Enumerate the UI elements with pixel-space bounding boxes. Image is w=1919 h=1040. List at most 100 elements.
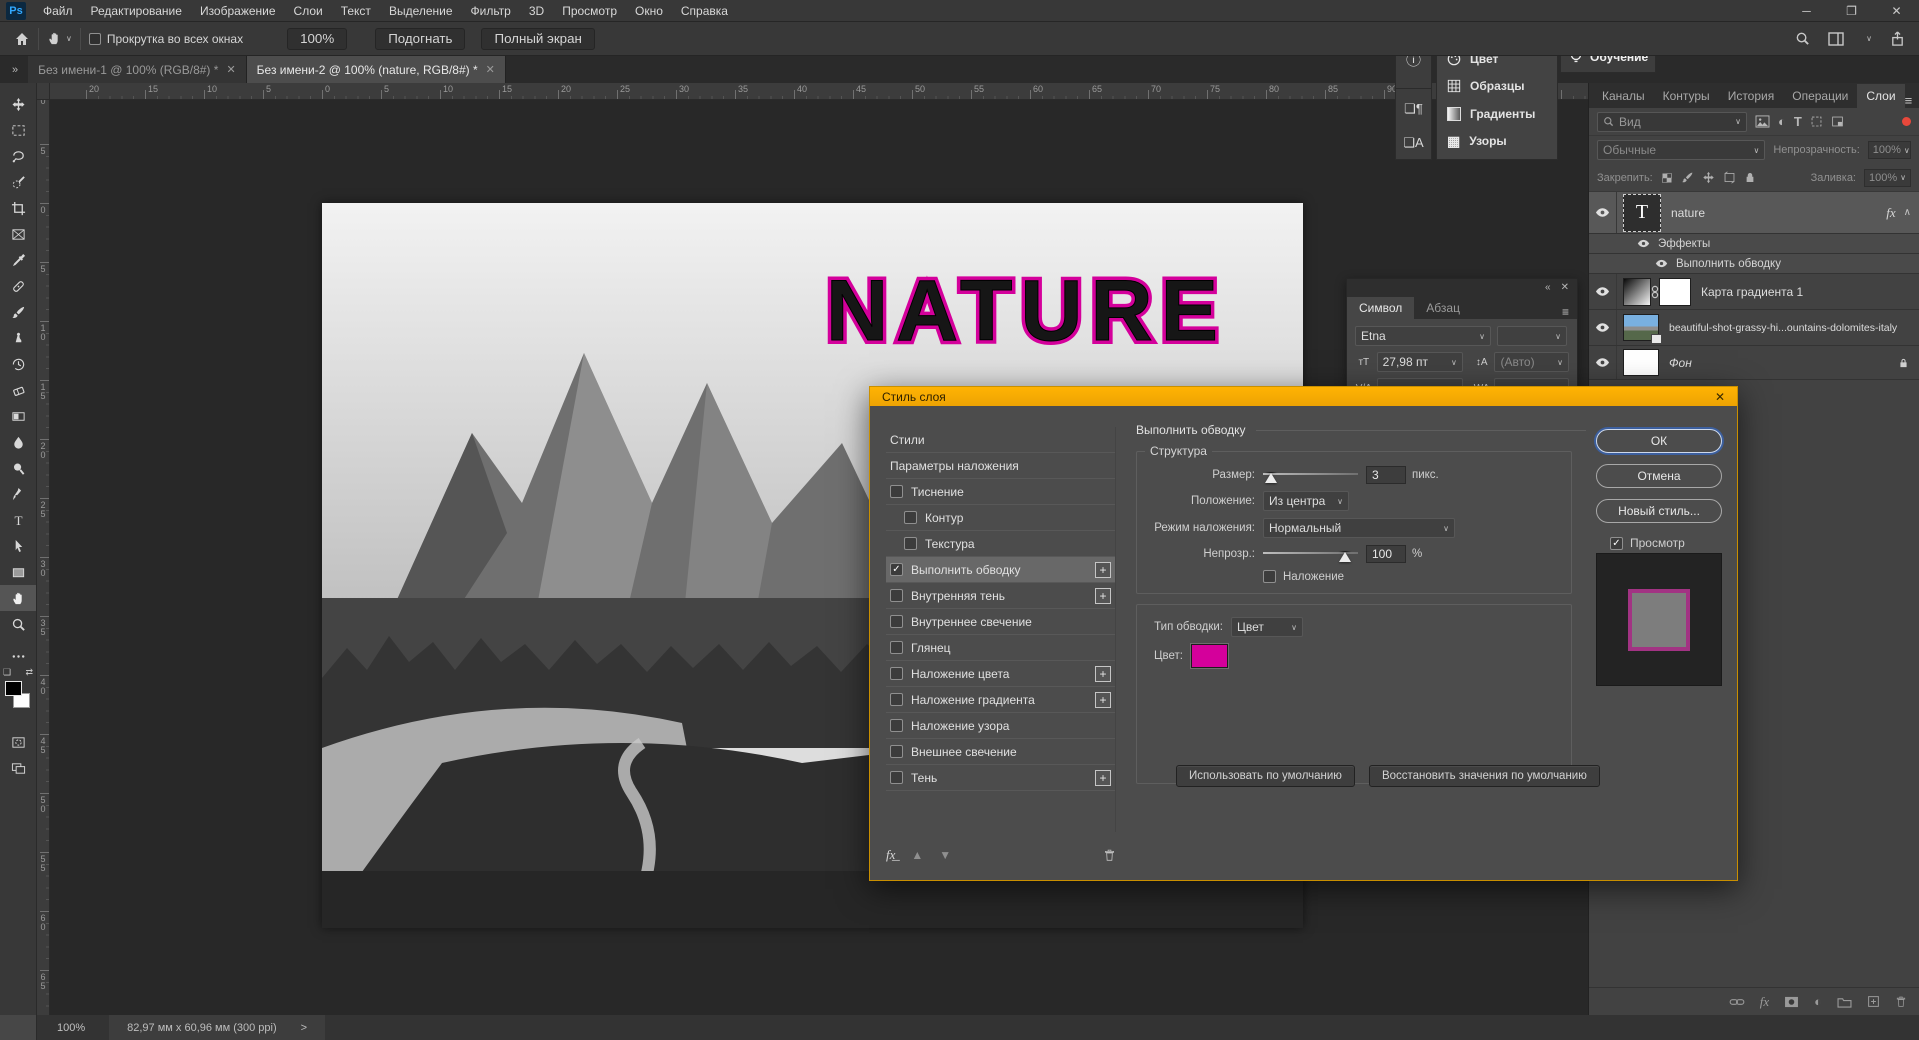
share-icon[interactable] (1890, 31, 1905, 47)
rectangle-tool[interactable] (0, 559, 36, 585)
checkbox[interactable] (890, 641, 903, 654)
menu-window[interactable]: Окно (626, 0, 672, 22)
zoom-100-button[interactable]: 100% (287, 28, 347, 50)
size-slider[interactable] (1263, 468, 1358, 482)
style-item-outer-glow[interactable]: Внешнее свечение (886, 739, 1115, 765)
healing-brush-tool[interactable] (0, 273, 36, 299)
visibility-eye-icon[interactable] (1637, 239, 1650, 248)
checkbox[interactable] (890, 589, 903, 602)
stroke-effect-row[interactable]: Выполнить обводку (1589, 254, 1919, 274)
chevron-down-icon[interactable]: ∨ (66, 34, 72, 43)
clone-stamp-tool[interactable] (0, 325, 36, 351)
patterns-panel-item[interactable]: ▦ Узоры (1437, 128, 1557, 154)
style-item-texture[interactable]: Текстура (886, 531, 1115, 557)
swatches-panel-item[interactable]: Образцы (1437, 73, 1557, 99)
visibility-eye-icon[interactable] (1589, 274, 1617, 309)
layer-mask-thumbnail[interactable] (1659, 278, 1691, 306)
style-item-pattern-overlay[interactable]: Наложение узора (886, 713, 1115, 739)
checkbox[interactable] (890, 667, 903, 680)
zoom-tool[interactable] (0, 611, 36, 637)
layer-search-input[interactable]: Вид ∨ (1597, 112, 1747, 132)
dodge-tool[interactable] (0, 455, 36, 481)
document-tab-1[interactable]: Без имени-1 @ 100% (RGB/8#) * ✕ (28, 56, 247, 83)
lock-position-icon[interactable] (1702, 171, 1715, 184)
tab-channels[interactable]: Каналы (1593, 84, 1654, 108)
fit-screen-button[interactable]: Подогнать (375, 28, 465, 50)
cancel-button[interactable]: Отмена (1596, 464, 1722, 488)
opacity-input[interactable]: 100 (1366, 545, 1406, 563)
delete-layer-icon[interactable] (1895, 995, 1907, 1008)
lock-artboard-icon[interactable] (1723, 171, 1736, 184)
history-brush-tool[interactable] (0, 351, 36, 377)
filter-type-layers-icon[interactable]: T (1794, 114, 1802, 129)
hand-tool-icon[interactable] (47, 31, 62, 46)
reset-default-button[interactable]: Восстановить значения по умолчанию (1369, 765, 1600, 787)
menu-3d[interactable]: 3D (520, 0, 553, 22)
blending-options-item[interactable]: Параметры наложения (886, 453, 1115, 479)
delete-effect-icon[interactable] (1103, 848, 1116, 862)
style-item-bevel[interactable]: Тиснение (886, 479, 1115, 505)
tab-paragraph[interactable]: Абзац (1414, 297, 1472, 319)
add-mask-icon[interactable] (1784, 996, 1799, 1008)
visibility-eye-icon[interactable] (1589, 346, 1617, 379)
font-size-select[interactable]: 27,98 пт∨ (1377, 352, 1463, 372)
edit-toolbar-icon[interactable] (0, 643, 36, 669)
tab-actions[interactable]: Операции (1783, 84, 1857, 108)
layer-row-background[interactable]: Фон (1589, 346, 1919, 380)
ok-button[interactable]: ОК (1596, 429, 1722, 453)
checkbox[interactable] (890, 745, 903, 758)
tab-character[interactable]: Символ (1347, 297, 1414, 319)
checkbox[interactable] (890, 485, 903, 498)
add-instance-icon[interactable]: + (1095, 692, 1111, 708)
gradients-panel-item[interactable]: Градиенты (1437, 101, 1557, 127)
menu-layers[interactable]: Слои (285, 0, 332, 22)
link-layers-icon[interactable] (1729, 997, 1745, 1007)
menu-filter[interactable]: Фильтр (462, 0, 520, 22)
style-item-contour[interactable]: Контур (886, 505, 1115, 531)
move-tool[interactable] (0, 91, 36, 117)
new-layer-icon[interactable] (1867, 995, 1880, 1008)
blur-tool[interactable] (0, 429, 36, 455)
adjustment-layer-icon[interactable]: ◐ (1814, 994, 1822, 1009)
close-icon[interactable]: ✕ (1715, 390, 1725, 404)
font-style-select[interactable]: ∨ (1497, 326, 1567, 346)
style-item-stroke[interactable]: Выполнить обводку+ (886, 557, 1115, 583)
quick-mask-icon[interactable] (0, 729, 36, 755)
close-tab-icon[interactable]: ✕ (486, 63, 495, 76)
gradient-map-thumbnail[interactable] (1623, 278, 1651, 306)
add-effect-icon[interactable]: fx͟ (886, 847, 895, 863)
leading-select[interactable]: (Авто)∨ (1494, 352, 1569, 372)
collapse-effects-icon[interactable]: ∧ (1904, 207, 1911, 218)
lock-transparency-icon[interactable] (1661, 172, 1673, 184)
add-instance-icon[interactable]: + (1095, 770, 1111, 786)
style-item-drop-shadow[interactable]: Тень+ (886, 765, 1115, 791)
move-effect-down-icon[interactable]: ▼ (939, 848, 951, 862)
eyedropper-tool[interactable] (0, 247, 36, 273)
menu-help[interactable]: Справка (672, 0, 737, 22)
panel-menu-icon[interactable]: ≡ (1562, 305, 1569, 319)
new-style-button[interactable]: Новый стиль... (1596, 499, 1722, 523)
checkbox[interactable] (904, 511, 917, 524)
lock-all-icon[interactable] (1744, 171, 1756, 184)
status-zoom-value[interactable]: 100% (57, 1022, 85, 1034)
dialog-title-bar[interactable]: Стиль слоя ✕ (870, 387, 1737, 406)
brush-tool[interactable] (0, 299, 36, 325)
fullscreen-button[interactable]: Полный экран (481, 28, 594, 50)
photo-layer-thumbnail[interactable] (1623, 314, 1659, 341)
path-select-tool[interactable] (0, 533, 36, 559)
checkbox-checked[interactable] (890, 563, 903, 576)
screen-mode-icon[interactable] (0, 755, 36, 781)
close-tab-icon[interactable]: ✕ (226, 63, 235, 76)
menu-select[interactable]: Выделение (380, 0, 462, 22)
foreground-color-swatch[interactable] (5, 681, 22, 696)
move-effect-up-icon[interactable]: ▲ (911, 848, 923, 862)
layer-row-gradient-map[interactable]: Карта градиента 1 (1589, 274, 1919, 310)
menu-edit[interactable]: Редактирование (82, 0, 191, 22)
styles-header-item[interactable]: Стили (886, 427, 1115, 453)
filter-adjustment-layers-icon[interactable]: ◐ (1778, 114, 1786, 129)
layer-fx-badge[interactable]: fx (1886, 205, 1895, 221)
checkbox[interactable] (890, 693, 903, 706)
size-input[interactable]: 3 (1366, 466, 1406, 484)
position-select[interactable]: Из центра∨ (1263, 491, 1349, 511)
filter-smart-objects-icon[interactable] (1831, 115, 1844, 128)
